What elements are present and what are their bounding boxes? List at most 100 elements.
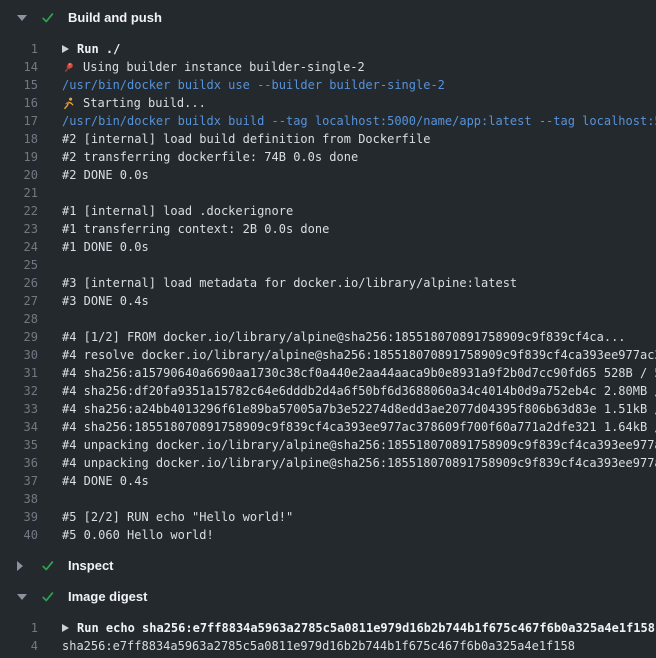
log-text-content: /usr/bin/docker buildx use --builder bui…: [62, 76, 445, 94]
log-text: #1 [internal] load .dockerignore: [62, 202, 293, 220]
log-line[interactable]: 31 #4 sha256:a15790640a6690aa1730c38cf0a4…: [0, 364, 656, 382]
section-title: Inspect: [68, 558, 114, 574]
log-line[interactable]: 16 Starting build...: [0, 94, 656, 112]
line-number[interactable]: 1: [0, 40, 38, 58]
line-number[interactable]: 1: [0, 619, 38, 637]
log-line[interactable]: 26 #3 [internal] load metadata for docker…: [0, 274, 656, 292]
log-text-content: #4 [1/2] FROM docker.io/library/alpine@s…: [62, 328, 626, 346]
log-text-content: #4 sha256:a15790640a6690aa1730c38cf0a440…: [62, 364, 656, 382]
line-number[interactable]: 38: [0, 490, 38, 508]
pushpin-icon: [62, 61, 75, 74]
log-line[interactable]: 21: [0, 184, 656, 202]
group-chevron-icon[interactable]: [62, 624, 69, 632]
section-title: Build and push: [68, 10, 162, 26]
section-header-build-and-push[interactable]: Build and push: [0, 2, 656, 33]
log-text-content: #2 DONE 0.0s: [62, 166, 149, 184]
log-text: #4 unpacking docker.io/library/alpine@sh…: [62, 454, 656, 472]
line-number[interactable]: 36: [0, 454, 38, 472]
line-number[interactable]: 14: [0, 58, 38, 76]
line-number[interactable]: 37: [0, 472, 38, 490]
log-line[interactable]: 14 Using builder instance builder-single-…: [0, 58, 656, 76]
log-line[interactable]: 1 Run ./: [0, 40, 656, 58]
log-line[interactable]: 17/usr/bin/docker buildx build --tag loc…: [0, 112, 656, 130]
log-line[interactable]: 25: [0, 256, 656, 274]
section-header-inspect[interactable]: Inspect: [0, 550, 656, 581]
log-line[interactable]: 20 #2 DONE 0.0s: [0, 166, 656, 184]
log-text: Run echo sha256:e7ff8834a5963a2785c5a081…: [62, 619, 655, 637]
line-number[interactable]: 40: [0, 526, 38, 544]
chevron-down-icon: [17, 15, 27, 21]
log-text-content: #4 resolve docker.io/library/alpine@sha2…: [62, 346, 656, 364]
log-line[interactable]: 32#4 sha256:df20fa9351a15782c64e6dddb2d4…: [0, 382, 656, 400]
log-text-content: #1 transferring context: 2B 0.0s done: [62, 220, 329, 238]
line-number[interactable]: 39: [0, 508, 38, 526]
log-line[interactable]: 33 #4 sha256:a24bb4013296f61e89ba57005a7b…: [0, 400, 656, 418]
section-header-image-digest[interactable]: Image digest: [0, 581, 656, 612]
log-line[interactable]: 36 #4 unpacking docker.io/library/alpine@…: [0, 454, 656, 472]
line-number[interactable]: 35: [0, 436, 38, 454]
log-line[interactable]: 24#1 DONE 0.0s: [0, 238, 656, 256]
line-number[interactable]: 15: [0, 76, 38, 94]
line-number[interactable]: 33: [0, 400, 38, 418]
log-text: Using builder instance builder-single-2: [62, 58, 365, 76]
log-text: #4 sha256:a15790640a6690aa1730c38cf0a440…: [62, 364, 656, 382]
log-text-content: #2 [internal] load build definition from…: [62, 130, 430, 148]
log-section-image-digest: Image digest 1 Run echo sha256:e7ff8834a59…: [0, 581, 656, 655]
log-line[interactable]: 18 #2 [internal] load build definition fr…: [0, 130, 656, 148]
line-number[interactable]: 18: [0, 130, 38, 148]
log-line[interactable]: 35#4 unpacking docker.io/library/alpine@…: [0, 436, 656, 454]
log-line[interactable]: 29 #4 [1/2] FROM docker.io/library/alpine…: [0, 328, 656, 346]
log-text: Starting build...: [62, 94, 206, 112]
log-line[interactable]: 30 #4 resolve docker.io/library/alpine@sh…: [0, 346, 656, 364]
log-line[interactable]: 1 Run echo sha256:e7ff8834a5963a2785c5a08…: [0, 619, 656, 637]
log-line[interactable]: 27#3 DONE 0.4s: [0, 292, 656, 310]
line-number[interactable]: 16: [0, 94, 38, 112]
log-section-inspect: Inspect: [0, 550, 656, 581]
line-number[interactable]: 28: [0, 310, 38, 328]
log-text: #2 [internal] load build definition from…: [62, 130, 430, 148]
log-text-content: #4 unpacking docker.io/library/alpine@sh…: [62, 454, 656, 472]
log-text-content: #3 [internal] load metadata for docker.i…: [62, 274, 517, 292]
runner-icon: [62, 97, 75, 110]
log-text-content: Starting build...: [83, 94, 206, 112]
log-line[interactable]: 28: [0, 310, 656, 328]
actions-log-viewer: Build and push1Run ./14Using builder ins…: [0, 0, 656, 658]
line-number[interactable]: 22: [0, 202, 38, 220]
log-line[interactable]: 23 #1 transferring context: 2B 0.0s done: [0, 220, 656, 238]
log-text-content: Run ./: [77, 40, 120, 58]
log-line[interactable]: 19#2 transferring dockerfile: 74B 0.0s d…: [0, 148, 656, 166]
line-number[interactable]: 24: [0, 238, 38, 256]
line-number[interactable]: 31: [0, 364, 38, 382]
log-line[interactable]: 34#4 sha256:185518070891758909c9f839cf4c…: [0, 418, 656, 436]
group-chevron-icon[interactable]: [62, 45, 69, 53]
line-number[interactable]: 29: [0, 328, 38, 346]
log-line[interactable]: 40 #5 0.060 Hello world!: [0, 526, 656, 544]
log-block: 1 Run echo sha256:e7ff8834a5963a2785c5a08…: [0, 619, 656, 655]
log-line[interactable]: 22 #1 [internal] load .dockerignore: [0, 202, 656, 220]
line-number[interactable]: 27: [0, 292, 38, 310]
log-text-content: Using builder instance builder-single-2: [83, 58, 365, 76]
log-line[interactable]: 37#4 DONE 0.4s: [0, 472, 656, 490]
line-number[interactable]: 30: [0, 346, 38, 364]
log-text-content: #5 0.060 Hello world!: [62, 526, 214, 544]
log-text-content: #5 [2/2] RUN echo "Hello world!": [62, 508, 293, 526]
log-line[interactable]: 15/usr/bin/docker buildx use --builder b…: [0, 76, 656, 94]
check-icon: [41, 11, 55, 25]
log-text: sha256:e7ff8834a5963a2785c5a0811e979d16b…: [62, 637, 575, 655]
line-number[interactable]: 32: [0, 382, 38, 400]
line-number[interactable]: 20: [0, 166, 38, 184]
log-text: #4 sha256:a24bb4013296f61e89ba57005a7b3e…: [62, 400, 656, 418]
log-text: #5 [2/2] RUN echo "Hello world!": [62, 508, 293, 526]
line-number[interactable]: 23: [0, 220, 38, 238]
log-line[interactable]: 38: [0, 490, 656, 508]
line-number[interactable]: 19: [0, 148, 38, 166]
line-number[interactable]: 26: [0, 274, 38, 292]
line-number[interactable]: 21: [0, 184, 38, 202]
line-number[interactable]: 25: [0, 256, 38, 274]
line-number[interactable]: 34: [0, 418, 38, 436]
line-number[interactable]: 17: [0, 112, 38, 130]
log-line[interactable]: 39 #5 [2/2] RUN echo "Hello world!": [0, 508, 656, 526]
log-line[interactable]: 4 sha256:e7ff8834a5963a2785c5a0811e979d16…: [0, 637, 656, 655]
line-number[interactable]: 4: [0, 637, 38, 655]
log-text-content: #1 [internal] load .dockerignore: [62, 202, 293, 220]
